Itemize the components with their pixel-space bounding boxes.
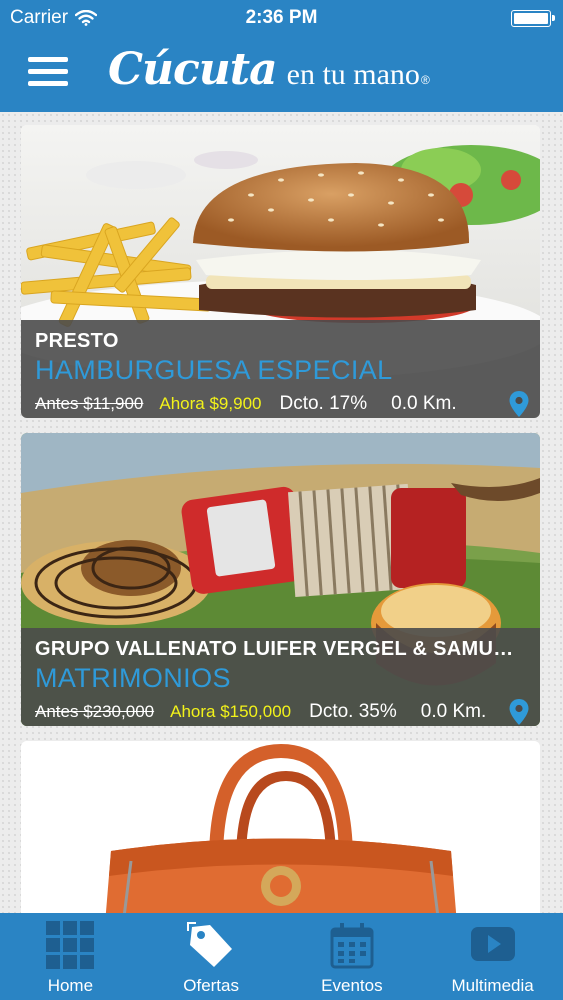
orange-leather-handbag-photo bbox=[21, 741, 540, 913]
tab-label: Home bbox=[47, 976, 94, 995]
price-row: Antes $230,000 Ahora $150,000 Dcto. 35% … bbox=[35, 698, 530, 726]
offer-card[interactable]: PRESTO HAMBURGUESA ESPECIAL Antes $11,90… bbox=[21, 125, 540, 418]
tab-ofertas[interactable]: Ofertas bbox=[141, 913, 282, 1000]
logo-registered-mark: ® bbox=[420, 73, 430, 87]
logo-script-text: Cúcuta bbox=[108, 44, 278, 95]
tab-label: Ofertas bbox=[183, 976, 239, 995]
logo-rest-text: en tu mano bbox=[286, 58, 420, 91]
price-now: Ahora $9,900 bbox=[159, 394, 262, 413]
status-bar: Carrier 2:36 PM bbox=[0, 0, 563, 36]
battery-icon bbox=[511, 10, 555, 27]
play-icon bbox=[470, 927, 515, 961]
bottom-tab-bar: Home Ofertas Eventos Multimedia bbox=[0, 913, 563, 1000]
calendar-icon bbox=[330, 923, 374, 969]
price-tag-icon bbox=[187, 922, 233, 967]
offer-card[interactable] bbox=[21, 741, 540, 913]
price-before: Antes $11,900 bbox=[35, 394, 144, 413]
distance-label: 0.0 Km. bbox=[420, 701, 487, 722]
status-time: 2:36 PM bbox=[245, 7, 318, 28]
offers-feed[interactable]: PRESTO HAMBURGUESA ESPECIAL Antes $11,90… bbox=[0, 112, 563, 913]
location-pin-icon[interactable] bbox=[508, 390, 530, 418]
business-name: GRUPO VALLENATO LUIFER VERGEL & SAMU… bbox=[35, 638, 514, 660]
price-before: Antes $230,000 bbox=[35, 702, 155, 721]
distance-label: 0.0 Km. bbox=[391, 393, 457, 414]
tab-home[interactable]: Home bbox=[0, 913, 141, 1000]
business-name: PRESTO bbox=[35, 330, 119, 352]
offer-info-panel: PRESTO HAMBURGUESA ESPECIAL Antes $11,90… bbox=[21, 320, 540, 418]
offer-title[interactable]: MATRIMONIOS bbox=[35, 663, 231, 694]
location-pin-icon[interactable] bbox=[508, 698, 530, 726]
offer-card[interactable]: GRUPO VALLENATO LUIFER VERGEL & SAMU… MA… bbox=[21, 433, 540, 726]
price-row: Antes $11,900 Ahora $9,900 Dcto. 17% 0.0… bbox=[35, 390, 530, 418]
offer-info-panel: GRUPO VALLENATO LUIFER VERGEL & SAMU… MA… bbox=[21, 628, 540, 726]
tab-label: Multimedia bbox=[451, 976, 534, 995]
discount-label: Dcto. 35% bbox=[309, 701, 397, 722]
hamburger-menu-icon[interactable] bbox=[28, 57, 68, 87]
price-now: Ahora $150,000 bbox=[170, 702, 292, 721]
tab-multimedia[interactable]: Multimedia bbox=[422, 913, 563, 1000]
app-logo: Cúcuta en tu mano ® bbox=[108, 44, 430, 95]
app-header: Carrier 2:36 PM Cúcuta en tu mano ® bbox=[0, 0, 563, 112]
tab-eventos[interactable]: Eventos bbox=[282, 913, 423, 1000]
offer-title[interactable]: HAMBURGUESA ESPECIAL bbox=[35, 355, 393, 386]
grid-icon bbox=[46, 921, 95, 969]
discount-label: Dcto. 17% bbox=[279, 393, 368, 414]
tab-label: Eventos bbox=[321, 976, 383, 995]
